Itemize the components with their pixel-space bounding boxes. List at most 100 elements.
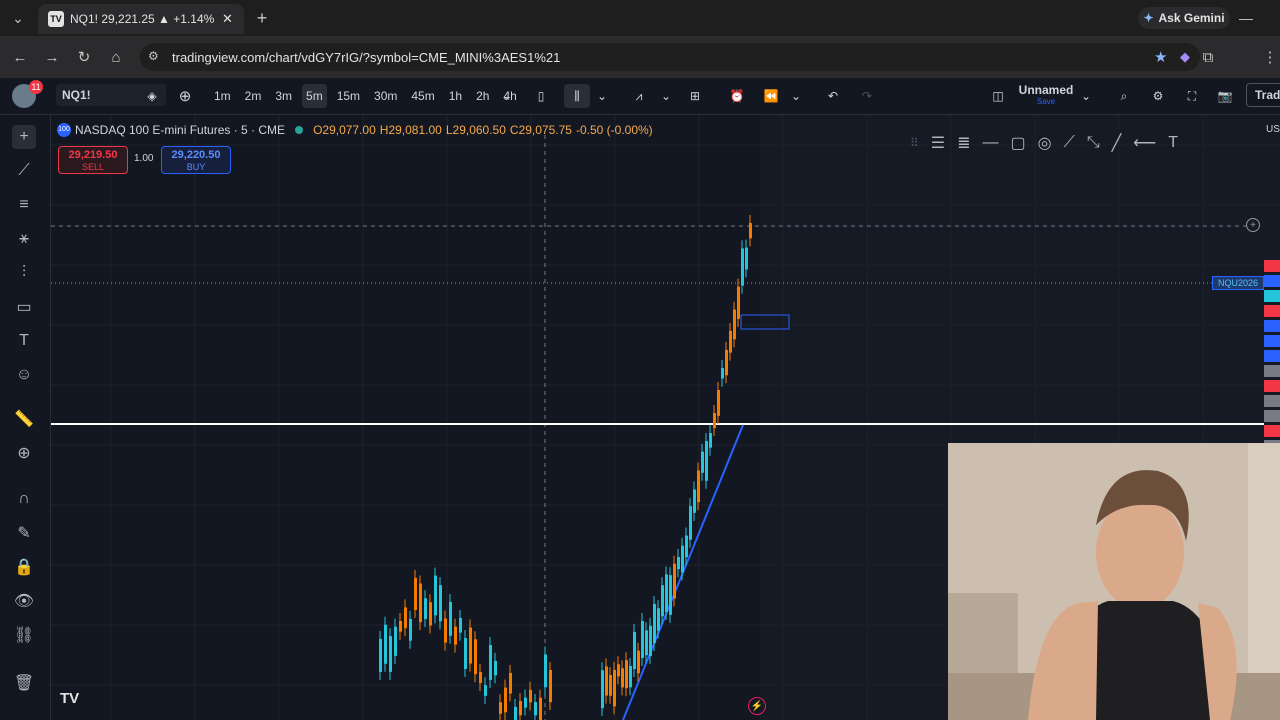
candle-body	[633, 631, 636, 670]
replay-dropdown-icon[interactable]: ⌄	[790, 84, 802, 108]
ray-icon[interactable]: ⟋	[1064, 134, 1075, 152]
arrow-icon[interactable]: ⟵	[1133, 133, 1156, 153]
pattern-icon[interactable]: ⚹	[12, 227, 36, 251]
interval-2h[interactable]: 2h	[472, 84, 493, 108]
candle-body	[439, 585, 442, 622]
candles-icon[interactable]: ⫼	[564, 84, 590, 108]
horizontal-lines-icon[interactable]: ☰	[931, 133, 945, 153]
text-tool-icon[interactable]: T	[12, 329, 36, 353]
ruler-icon[interactable]: 📏	[12, 407, 36, 431]
home-icon[interactable]: ⌂	[104, 45, 128, 69]
interval-15m[interactable]: 15m	[333, 84, 364, 108]
interval-1m[interactable]: 1m	[210, 84, 235, 108]
candle-body	[705, 441, 708, 481]
reload-icon[interactable]: ↻	[72, 45, 96, 69]
shapes-icon[interactable]: ▭	[12, 295, 36, 319]
eye-icon[interactable]: 👁	[12, 589, 36, 613]
url-field[interactable]: ⚙ tradingview.com/chart/vdGY7rIG/?symbol…	[140, 43, 1200, 71]
extension-icon[interactable]: ◆	[1180, 49, 1190, 65]
quick-search-icon[interactable]: ⌕	[1114, 84, 1134, 108]
legend-open: O29,077.00	[313, 123, 376, 137]
menu-icon[interactable]: ⋮	[1258, 45, 1280, 69]
indicators-icon[interactable]: ⩘	[628, 84, 650, 108]
crosshair-icon[interactable]: +	[12, 125, 36, 149]
interval-3m[interactable]: 3m	[271, 84, 296, 108]
fib-retracement-icon[interactable]: ≡	[12, 193, 36, 217]
drag-handle-icon[interactable]: ⠿	[910, 136, 919, 150]
floating-drawing-toolbar: ⠿ ☰ ≣ — ▢ ◎ ⟋ ⤡ ╱ ⟵ T	[900, 126, 1270, 160]
lightning-icon[interactable]: ⚡	[748, 697, 766, 715]
minimize-icon[interactable]: —	[1236, 8, 1256, 28]
list-settings-icon[interactable]: ≣	[957, 133, 970, 153]
path-icon[interactable]: ⤡	[1087, 134, 1100, 152]
candle-body	[434, 575, 437, 616]
magnet-icon[interactable]: ∩	[12, 487, 36, 511]
compare-add-icon[interactable]: ⊕	[176, 84, 194, 108]
trash-icon[interactable]: 🗑	[12, 671, 36, 695]
candle-body	[459, 617, 462, 633]
candle-body	[384, 624, 387, 664]
add-alert-plus-icon[interactable]: +	[1246, 218, 1260, 232]
ask-gemini-button[interactable]: ✦ Ask Gemini	[1138, 7, 1230, 29]
sell-button[interactable]: 29,219.50 SELL	[58, 146, 128, 174]
emoji-icon[interactable]: ☺	[12, 363, 36, 387]
trade-button[interactable]: Trad	[1246, 83, 1280, 107]
forward-icon[interactable]: →	[40, 45, 64, 69]
candle-body	[404, 607, 407, 629]
tab-search-icon[interactable]: ⌄	[8, 8, 28, 28]
alert-icon[interactable]: ⏰	[726, 84, 748, 108]
candle-body	[444, 618, 447, 643]
undo-icon[interactable]: ↶	[824, 84, 842, 108]
symbol-title[interactable]: NASDAQ 100 E-mini Futures · 5 · CME	[75, 123, 285, 137]
interval-5m[interactable]: 5m	[302, 84, 327, 108]
chart-type-dropdown-icon[interactable]: ⌄	[596, 84, 608, 108]
zoom-in-icon[interactable]: ⊕	[12, 441, 36, 465]
interval-1h[interactable]: 1h	[445, 84, 466, 108]
buy-button[interactable]: 29,220.50 BUY	[161, 146, 231, 174]
trend-line-icon[interactable]: ⟋	[12, 159, 36, 183]
quantity-value[interactable]: 1.00	[134, 153, 153, 164]
candle-body	[429, 602, 432, 626]
pencil-lock-icon[interactable]: ✎	[12, 521, 36, 545]
site-info-icon[interactable]: ⚙	[148, 49, 159, 63]
tradingview-logo[interactable]: TV	[60, 690, 79, 707]
text-icon[interactable]: T	[1168, 134, 1178, 152]
rectangle-icon[interactable]: ▢	[1011, 133, 1026, 153]
redo-icon[interactable]: ↷	[858, 84, 876, 108]
link-icon[interactable]: ⛓	[12, 623, 36, 647]
sell-price: 29,219.50	[68, 149, 118, 161]
symbol-info-icon[interactable]: ◈	[144, 84, 160, 108]
snapshot-camera-icon[interactable]: 📷	[1214, 84, 1236, 108]
layout-dropdown-icon[interactable]: ⌄	[1080, 84, 1092, 108]
candle-body	[454, 626, 457, 645]
interval-30m[interactable]: 30m	[370, 84, 401, 108]
price-axis-tag	[1264, 380, 1280, 392]
legend-close: C29,075.75	[509, 123, 572, 137]
layout-panel-icon[interactable]: ◫	[988, 84, 1008, 108]
bar-type-icon[interactable]: ▯	[532, 84, 550, 108]
line-icon[interactable]: ╱	[1112, 133, 1122, 153]
close-tab-icon[interactable]: ✕	[222, 11, 233, 27]
lock-icon[interactable]: 🔒	[12, 555, 36, 579]
layout-save-label: Save	[1036, 97, 1056, 106]
back-icon[interactable]: ←	[8, 45, 32, 69]
interval-2m[interactable]: 2m	[241, 84, 266, 108]
settings-gear-icon[interactable]: ⚙	[1148, 84, 1168, 108]
horizontal-line-icon[interactable]: —	[983, 134, 999, 152]
candle-body	[379, 638, 382, 672]
browser-tab[interactable]: TV NQ1! 29,221.25 ▲ +1.14% Unn ✕	[38, 4, 244, 34]
price-axis-tag	[1264, 320, 1280, 332]
layouts-grid-icon[interactable]: ⊞	[684, 84, 706, 108]
replay-icon[interactable]: ⏪	[760, 84, 782, 108]
interval-dropdown-icon[interactable]: ⌄	[500, 84, 512, 108]
bookmark-star-icon[interactable]: ★	[1154, 48, 1167, 66]
fullscreen-icon[interactable]: ⛶	[1182, 84, 1202, 108]
candle-body	[637, 650, 640, 674]
candle-body	[629, 665, 632, 688]
circle-icon[interactable]: ◎	[1038, 133, 1052, 153]
layout-name-button[interactable]: Unnamed Save	[1016, 83, 1076, 109]
indicators-dropdown-icon[interactable]: ⌄	[660, 84, 672, 108]
prediction-icon[interactable]: ⫶	[12, 261, 36, 285]
new-tab-icon[interactable]: +	[252, 8, 272, 28]
interval-45m[interactable]: 45m	[407, 84, 438, 108]
